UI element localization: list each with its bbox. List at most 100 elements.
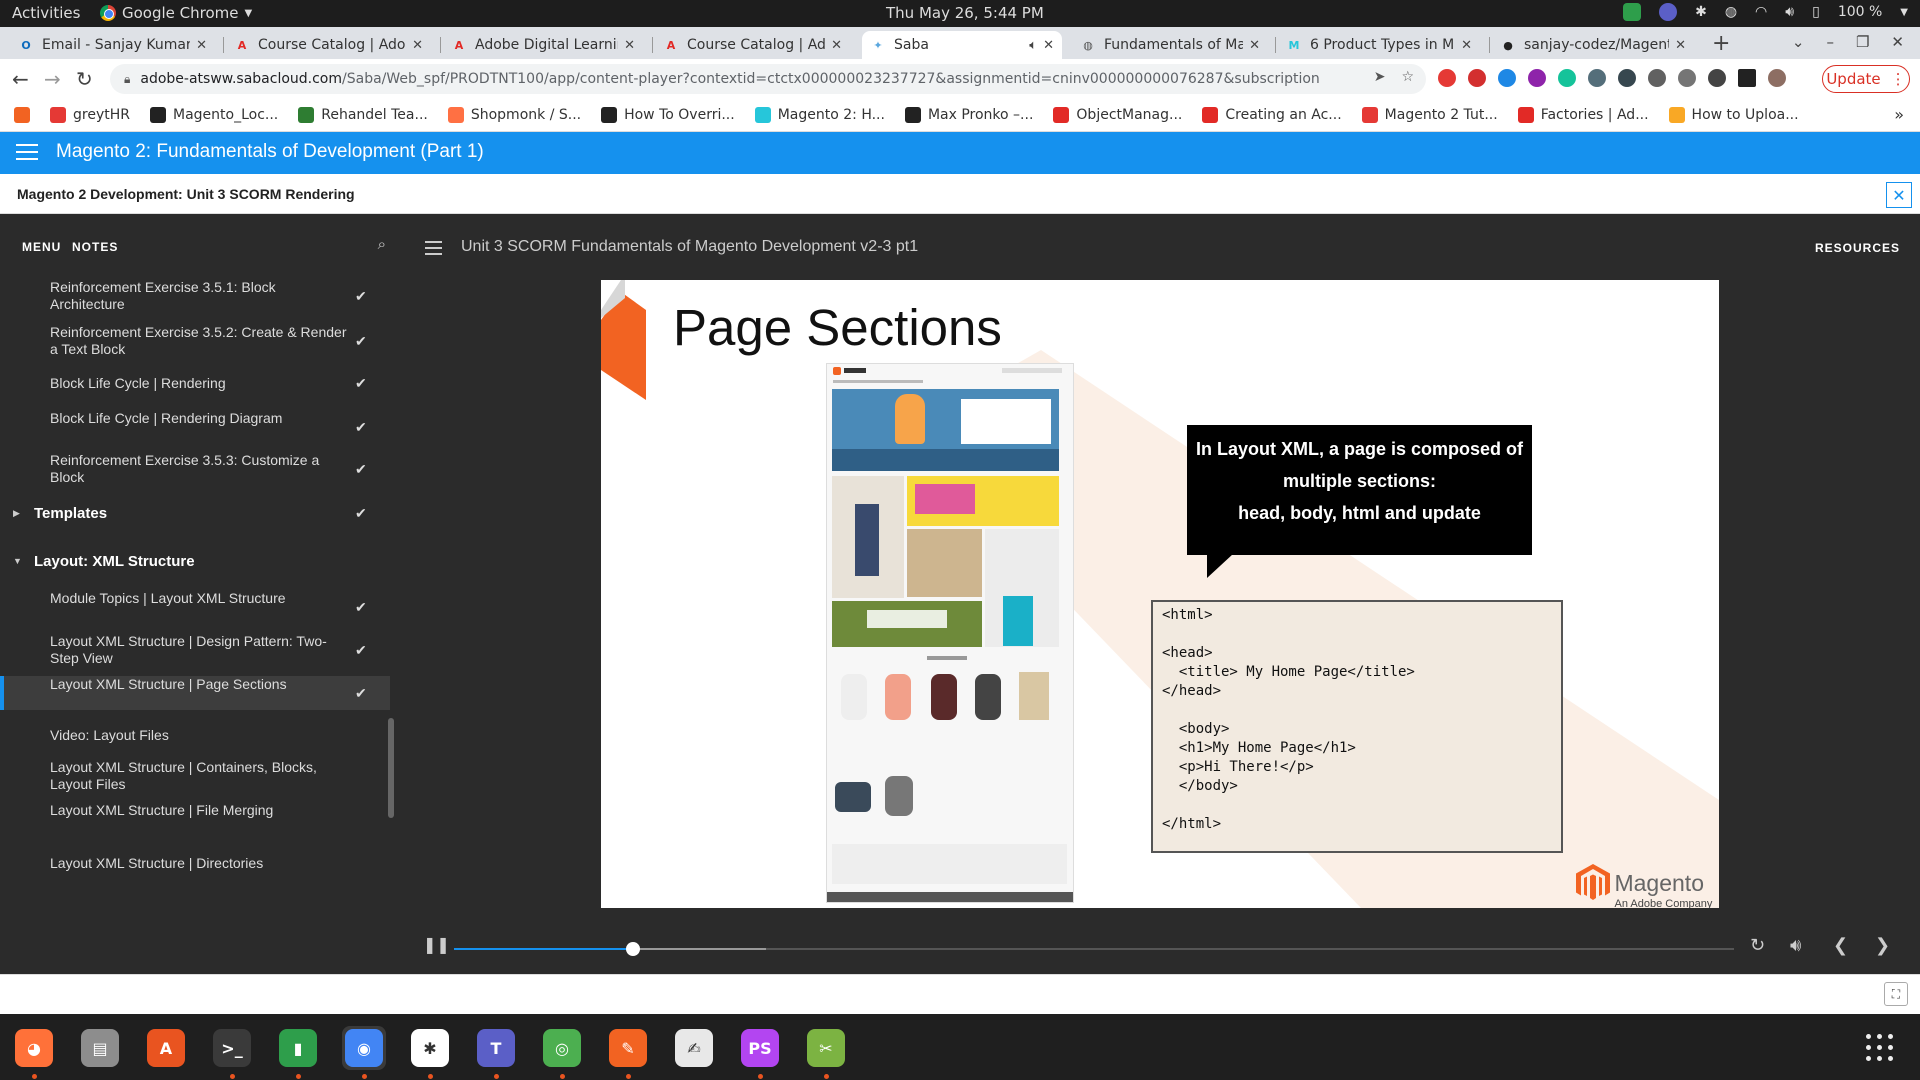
progress-thumb[interactable]: [626, 942, 641, 956]
bookmark-item[interactable]: Magento 2: H...: [754, 107, 885, 123]
avatar[interactable]: [1768, 69, 1786, 87]
close-window-button[interactable]: ✕: [1891, 33, 1904, 51]
extension-icon[interactable]: [1648, 69, 1666, 87]
tab-menu[interactable]: MENU: [22, 240, 61, 254]
extension-icon[interactable]: [1498, 69, 1516, 87]
sidebar-lesson-item[interactable]: Layout XML Structure | Page Sections ✔: [0, 676, 390, 710]
sidebar-lesson-item[interactable]: Reinforcement Exercise 3.5.2: Create & R…: [0, 322, 390, 360]
fullscreen-icon[interactable]: ⛶: [1884, 982, 1908, 1006]
dock-app-screenshot[interactable]: ✂: [804, 1026, 848, 1070]
extension-icon[interactable]: [1528, 69, 1546, 87]
sidebar-lesson-item[interactable]: Video: Layout Files: [0, 718, 390, 752]
bookmark-item[interactable]: How to Uploa...: [1668, 107, 1799, 123]
show-applications-icon[interactable]: [1866, 1034, 1894, 1062]
chat-tray-icon[interactable]: [1623, 3, 1642, 21]
lock-icon[interactable]: 🔒︎: [124, 72, 130, 87]
bookmark-item[interactable]: Shopmonk / S...: [447, 107, 581, 123]
browser-tab[interactable]: ● sanjay-codez/Magent ✕: [1492, 31, 1694, 59]
browser-tab[interactable]: A Course Catalog | Adob ✕: [226, 31, 431, 59]
tab-close-icon[interactable]: ✕: [412, 38, 423, 53]
dock-app-chrome[interactable]: ◉: [342, 1026, 386, 1070]
grammarly-icon[interactable]: [1558, 69, 1576, 87]
dock-app-slack[interactable]: ✱: [408, 1026, 452, 1070]
forward-arrow-icon[interactable]: →: [44, 67, 61, 91]
sidebar-scrollbar[interactable]: [388, 718, 394, 818]
tab-close-icon[interactable]: ✕: [196, 38, 207, 53]
dock-app-firefox[interactable]: ◕: [12, 1026, 56, 1070]
system-tray[interactable]: ✱ ◍ ◠ 🔊︎ ▯ 100 % ▼: [1623, 3, 1908, 21]
sidebar-section[interactable]: ▶ Templates ✔: [0, 496, 390, 530]
dock-app-phpstorm[interactable]: PS: [738, 1026, 782, 1070]
dock-app-files[interactable]: ▤: [78, 1026, 122, 1070]
new-tab-button[interactable]: +: [1712, 31, 1730, 56]
tab-search-icon[interactable]: ⌄: [1792, 33, 1805, 51]
sidebar-lesson-item[interactable]: Reinforcement Exercise 3.5.1: Block Arch…: [0, 278, 390, 314]
sidebar-lesson-item[interactable]: Block Life Cycle | Rendering ✔: [0, 366, 390, 400]
browser-tab[interactable]: M 6 Product Types in Ma ✕: [1278, 31, 1480, 59]
search-icon[interactable]: ⌕: [378, 236, 386, 253]
extension-icon[interactable]: [1438, 69, 1456, 87]
tab-close-icon[interactable]: ✕: [1043, 38, 1054, 53]
player-menu-icon[interactable]: [425, 241, 442, 259]
dock-app-camera[interactable]: ◎: [540, 1026, 584, 1070]
extension-icon[interactable]: [1618, 69, 1636, 87]
previous-icon[interactable]: ❮: [1833, 935, 1848, 956]
bookmark-item[interactable]: Rehandel Tea...: [298, 107, 428, 123]
bookmark-star-icon[interactable]: ☆: [1401, 69, 1414, 85]
bookmark-item[interactable]: Magento_Loc...: [149, 107, 278, 123]
sidebar-section[interactable]: ▼ Layout: XML Structure: [0, 544, 390, 578]
sidebar-lesson-item[interactable]: Layout XML Structure | Directories: [0, 846, 390, 880]
hamburger-menu-icon[interactable]: [16, 144, 38, 165]
dock-app-pen[interactable]: ✎: [606, 1026, 650, 1070]
sidebar-lesson-item[interactable]: Reinforcement Exercise 3.5.3: Customize …: [0, 450, 390, 488]
back-arrow-icon[interactable]: ←: [12, 67, 29, 91]
more-bookmarks-icon[interactable]: »: [1894, 105, 1904, 124]
reload-icon[interactable]: ↻: [76, 67, 93, 91]
dock-app-teams[interactable]: T: [474, 1026, 518, 1070]
adblock-icon[interactable]: [1468, 69, 1486, 87]
close-icon[interactable]: ✕: [1886, 182, 1912, 208]
resources-button[interactable]: RESOURCES: [1815, 241, 1900, 255]
bookmark-item[interactable]: Creating an Ac...: [1202, 107, 1342, 123]
replay-icon[interactable]: ↻: [1750, 935, 1765, 956]
tab-close-icon[interactable]: ✕: [1249, 38, 1260, 53]
chevron-down-icon[interactable]: ▼: [13, 556, 22, 566]
app-menu[interactable]: Google Chrome ▼: [100, 4, 252, 22]
side-panel-icon[interactable]: [1738, 69, 1756, 87]
minimize-button[interactable]: –: [1826, 33, 1834, 51]
browser-tab[interactable]: A Adobe Digital Learnin ✕: [443, 31, 643, 59]
sidebar-lesson-item[interactable]: Module Topics | Layout XML Structure ✔: [0, 590, 390, 624]
slack-tray-icon[interactable]: ✱: [1695, 4, 1707, 20]
browser-tab[interactable]: ✦ Saba 🔈︎ ✕: [862, 31, 1062, 59]
extension-icon[interactable]: [1588, 69, 1606, 87]
browser-tab[interactable]: O Email - Sanjay Kumar ✕: [10, 31, 215, 59]
activities-button[interactable]: Activities: [12, 4, 80, 22]
maximize-button[interactable]: ❐: [1856, 33, 1869, 51]
sidebar-lesson-item[interactable]: Layout XML Structure | Design Pattern: T…: [0, 630, 390, 670]
bookmark-item[interactable]: Factories | Ad...: [1517, 107, 1649, 123]
tab-close-icon[interactable]: ✕: [1461, 38, 1472, 53]
address-bar[interactable]: 🔒︎ adobe-atsww.sabacloud.com/Saba/Web_sp…: [110, 64, 1426, 94]
tab-close-icon[interactable]: ✕: [831, 38, 842, 53]
dock-app-software[interactable]: A: [144, 1026, 188, 1070]
bookmark-item[interactable]: Magento 2 Tut...: [1361, 107, 1498, 123]
bookmark-item[interactable]: ObjectManag...: [1053, 107, 1182, 123]
teams-tray-icon[interactable]: [1659, 3, 1678, 21]
dock-app-editor[interactable]: ✍: [672, 1026, 716, 1070]
send-tab-icon[interactable]: ➤: [1374, 69, 1386, 85]
progress-bar[interactable]: [454, 942, 1734, 956]
bookmark-item[interactable]: How To Overri...: [601, 107, 735, 123]
bookmark-item[interactable]: greytHR: [50, 107, 130, 123]
tab-notes[interactable]: NOTES: [72, 240, 118, 254]
browser-tab[interactable]: A Course Catalog | Adob ✕: [655, 31, 850, 59]
browser-tab[interactable]: ◍ Fundamentals of Mag ✕: [1072, 31, 1268, 59]
tab-audio-icon[interactable]: 🔈︎: [1029, 38, 1037, 53]
chevron-right-icon[interactable]: ▶: [13, 508, 20, 519]
next-icon[interactable]: ❯: [1875, 935, 1890, 956]
update-button[interactable]: Update ⋮: [1822, 65, 1910, 93]
tab-close-icon[interactable]: ✕: [624, 38, 635, 53]
dock-app-terminal[interactable]: >_: [210, 1026, 254, 1070]
sidebar-lesson-item[interactable]: Block Life Cycle | Rendering Diagram ✔: [0, 410, 390, 444]
clock[interactable]: Thu May 26, 5:44 PM: [886, 4, 1044, 22]
sidebar-lesson-item[interactable]: Layout XML Structure | Containers, Block…: [0, 756, 390, 796]
